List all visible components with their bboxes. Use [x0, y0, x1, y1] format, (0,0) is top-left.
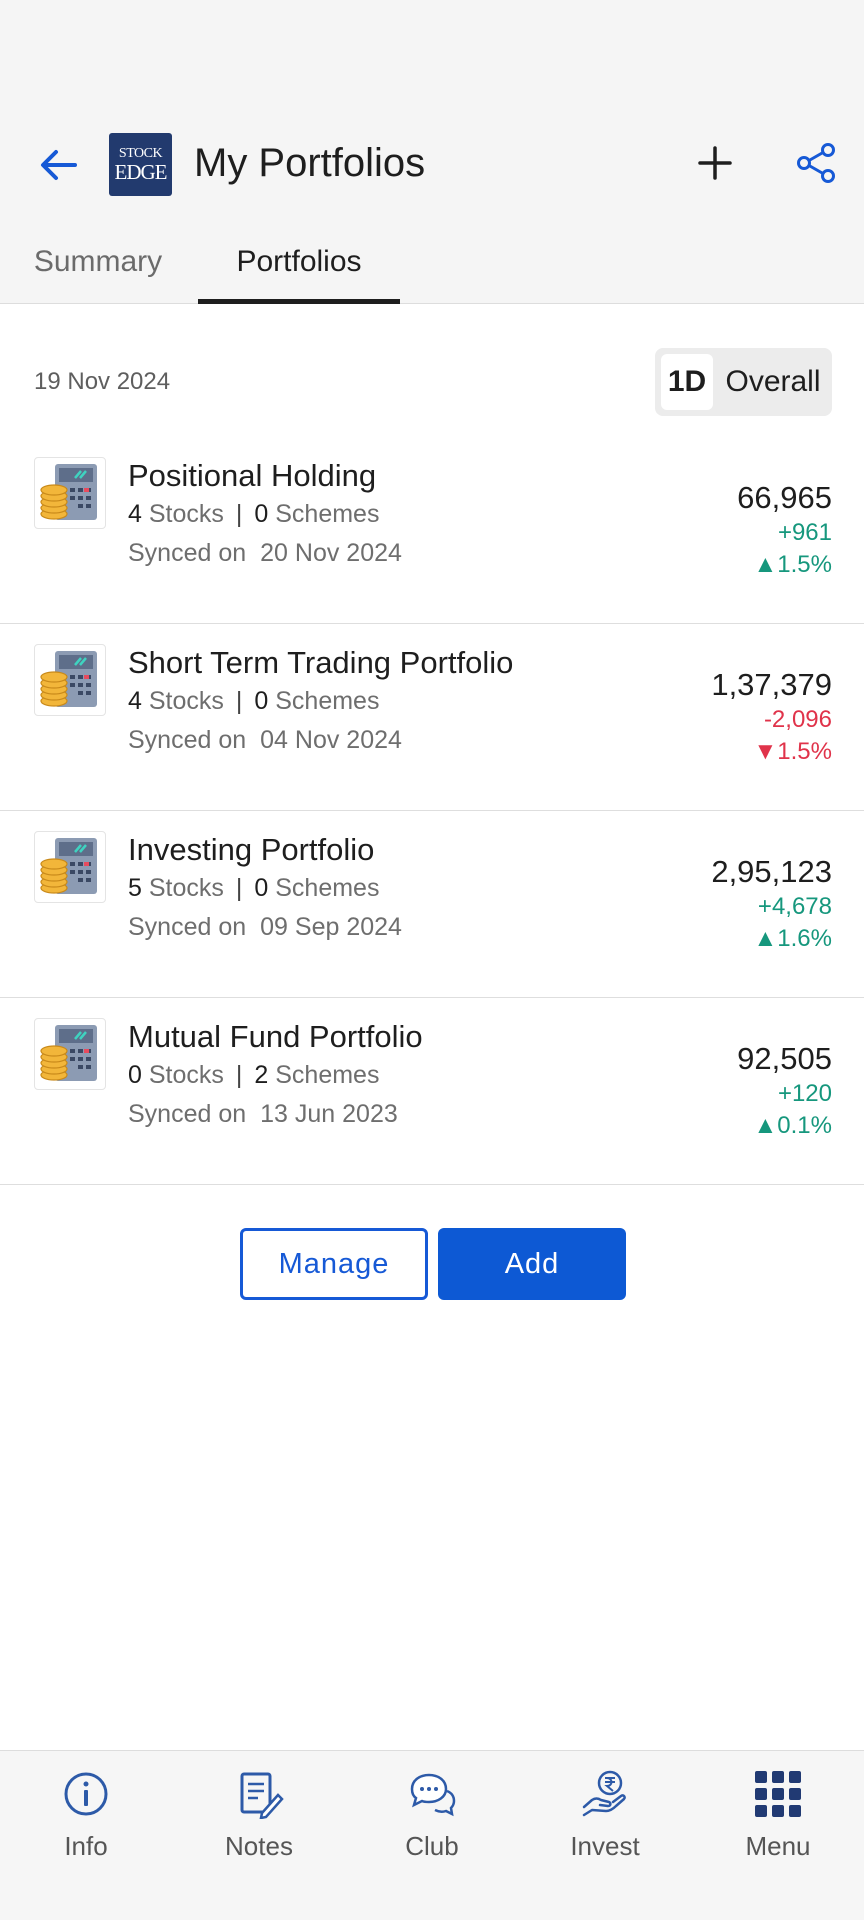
portfolio-row[interactable]: Positional Holding 4 Stocks | 0 Schemes Sy…	[0, 437, 864, 624]
manage-button[interactable]: Manage	[240, 1228, 428, 1300]
portfolio-counts: 4 Stocks | 0 Schemes	[128, 498, 379, 530]
stocks-count: 4	[128, 500, 142, 528]
schemes-count: 0	[254, 687, 269, 715]
portfolio-change-pct: ▲0.1%	[753, 1112, 832, 1139]
app-bar: STOCK EDGE My Portfolios	[0, 110, 864, 220]
stocks-label: Stocks	[148, 500, 224, 528]
status-bar	[0, 0, 864, 110]
share-icon	[797, 143, 835, 183]
share-button[interactable]	[791, 138, 841, 188]
synced-label: Synced on	[128, 913, 247, 941]
tab-portfolios[interactable]: Portfolios	[198, 220, 400, 304]
synced-info: Synced on 13 Jun 2023	[128, 1098, 398, 1130]
synced-label: Synced on	[128, 539, 247, 567]
grid-menu-icon	[755, 1771, 801, 1817]
nav-notes[interactable]: Notes	[173, 1751, 345, 1881]
page-title: My Portfolios	[194, 141, 426, 185]
portfolio-row[interactable]: Short Term Trading Portfolio 4 Stocks | 0 …	[0, 624, 864, 811]
toggle-overall[interactable]: Overall	[719, 354, 827, 410]
portfolio-change-pct: ▼1.5%	[753, 738, 832, 765]
date-label: 19 Nov 2024	[34, 368, 171, 395]
chat-bubbles-icon	[410, 1773, 456, 1817]
logo-line2: EDGE	[114, 159, 168, 184]
stocks-count: 0	[128, 1061, 142, 1089]
schemes-count: 0	[254, 874, 269, 902]
nav-info-label: Info	[64, 1831, 108, 1861]
synced-info: Synced on 20 Nov 2024	[128, 537, 402, 569]
stocks-count: 5	[128, 874, 142, 902]
logo-line1: STOCK	[118, 145, 163, 161]
separator: |	[235, 500, 243, 528]
stocks-label: Stocks	[148, 687, 224, 715]
info-icon	[64, 1772, 108, 1816]
stocks-count: 4	[128, 687, 142, 715]
portfolio-value: 92,505	[737, 1041, 832, 1076]
portfolio-change-pct: ▲1.5%	[753, 551, 832, 578]
add-button[interactable]: Add	[438, 1228, 626, 1300]
period-toggle: 1D Overall	[655, 348, 832, 416]
synced-date: 04 Nov 2024	[260, 726, 402, 754]
plus-icon	[698, 146, 732, 180]
portfolio-value: 66,965	[737, 480, 832, 515]
portfolio-counts: 5 Stocks | 0 Schemes	[128, 872, 379, 904]
portfolio-counts: 0 Stocks | 2 Schemes	[128, 1059, 379, 1091]
portfolio-change-pct: ▲1.6%	[753, 925, 832, 952]
synced-date: 13 Jun 2023	[260, 1100, 398, 1128]
nav-notes-label: Notes	[225, 1831, 293, 1861]
stocks-label: Stocks	[148, 1061, 224, 1089]
portfolio-counts: 4 Stocks | 0 Schemes	[128, 685, 379, 717]
synced-label: Synced on	[128, 726, 247, 754]
schemes-label: Schemes	[275, 500, 380, 528]
portfolio-row[interactable]: Mutual Fund Portfolio 0 Stocks | 2 Schemes…	[0, 998, 864, 1185]
portfolio-value: 1,37,379	[711, 667, 832, 702]
nav-info[interactable]: Info	[0, 1751, 172, 1881]
schemes-count: 0	[254, 500, 269, 528]
separator: |	[235, 874, 243, 902]
synced-info: Synced on 04 Nov 2024	[128, 724, 402, 756]
nav-club-label: Club	[405, 1831, 459, 1861]
portfolio-name: Investing Portfolio	[128, 832, 375, 867]
portfolio-change: +120	[777, 1080, 832, 1107]
separator: |	[235, 1061, 243, 1089]
stocks-label: Stocks	[148, 874, 224, 902]
portfolio-change: -2,096	[763, 706, 832, 733]
portfolio-list: Positional Holding 4 Stocks | 0 Schemes Sy…	[0, 437, 864, 1185]
nav-club[interactable]: Club	[346, 1751, 518, 1881]
notes-icon	[240, 1772, 284, 1819]
synced-info: Synced on 09 Sep 2024	[128, 911, 402, 943]
add-portfolio-icon-button[interactable]	[690, 138, 740, 188]
portfolio-name: Short Term Trading Portfolio	[128, 645, 514, 680]
calculator-coins-icon	[34, 644, 106, 716]
toggle-1d[interactable]: 1D	[661, 354, 713, 410]
synced-date: 09 Sep 2024	[260, 913, 402, 941]
nav-invest[interactable]: Invest	[519, 1751, 691, 1881]
portfolio-change: +961	[777, 519, 832, 546]
nav-menu-label: Menu	[745, 1831, 811, 1861]
stockedge-logo: STOCK EDGE	[109, 133, 172, 196]
calculator-coins-icon	[34, 457, 106, 529]
calculator-coins-icon	[34, 831, 106, 903]
tab-bar: Summary Portfolios	[0, 220, 864, 304]
portfolio-value: 2,95,123	[711, 854, 832, 889]
bottom-nav: Info Notes Club Invest Menu	[0, 1750, 864, 1920]
portfolio-row[interactable]: Investing Portfolio 5 Stocks | 0 Schemes S…	[0, 811, 864, 998]
schemes-label: Schemes	[275, 874, 380, 902]
rupee-hand-icon	[582, 1770, 626, 1817]
portfolio-name: Positional Holding	[128, 458, 377, 493]
nav-menu[interactable]: Menu	[692, 1751, 864, 1881]
separator: |	[235, 687, 243, 715]
portfolio-change: +4,678	[757, 893, 832, 920]
synced-date: 20 Nov 2024	[260, 539, 402, 567]
synced-label: Synced on	[128, 1100, 247, 1128]
schemes-label: Schemes	[275, 1061, 380, 1089]
back-button[interactable]	[28, 140, 88, 190]
portfolio-name: Mutual Fund Portfolio	[128, 1019, 423, 1054]
schemes-count: 2	[254, 1061, 269, 1089]
tab-summary[interactable]: Summary	[0, 220, 196, 304]
back-arrow-icon	[41, 150, 77, 180]
nav-invest-label: Invest	[570, 1831, 640, 1861]
calculator-coins-icon	[34, 1018, 106, 1090]
schemes-label: Schemes	[275, 687, 380, 715]
